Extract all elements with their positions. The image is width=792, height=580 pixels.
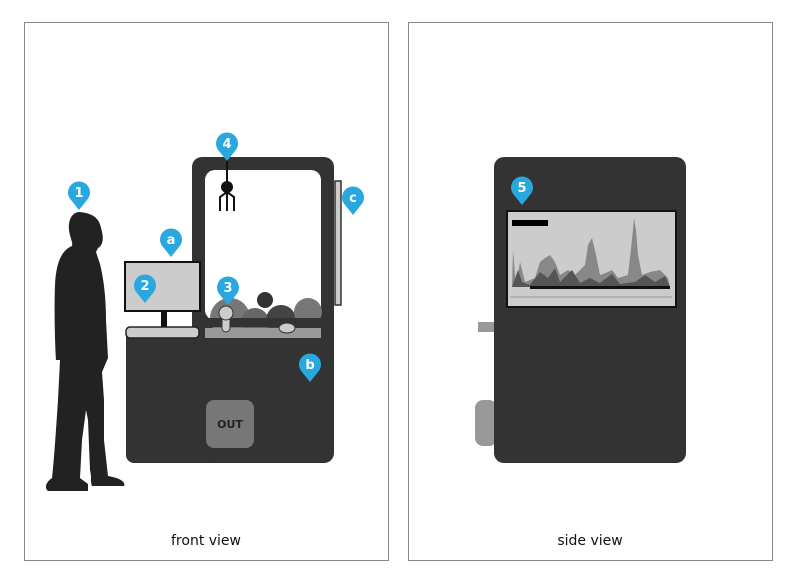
svg-text:b: b [305, 358, 314, 373]
svg-text:c: c [349, 191, 357, 206]
svg-text:1: 1 [74, 186, 83, 201]
claw-machine-side [475, 157, 686, 463]
svg-text:5: 5 [517, 181, 526, 196]
svg-text:2: 2 [140, 279, 149, 294]
svg-text:3: 3 [223, 281, 232, 296]
coin-button [278, 322, 296, 334]
svg-text:4: 4 [222, 137, 231, 152]
diagram: OUT 1 2 a 3 4 c b front view 5 side view [24, 22, 773, 561]
svg-text:a: a [167, 233, 176, 248]
side-display-panel [334, 180, 342, 306]
side-screen [506, 210, 677, 308]
keyboard [125, 326, 200, 339]
out-label: OUT [217, 418, 243, 431]
side-view-caption: side view [557, 533, 622, 549]
front-view-caption: front view [171, 533, 241, 549]
